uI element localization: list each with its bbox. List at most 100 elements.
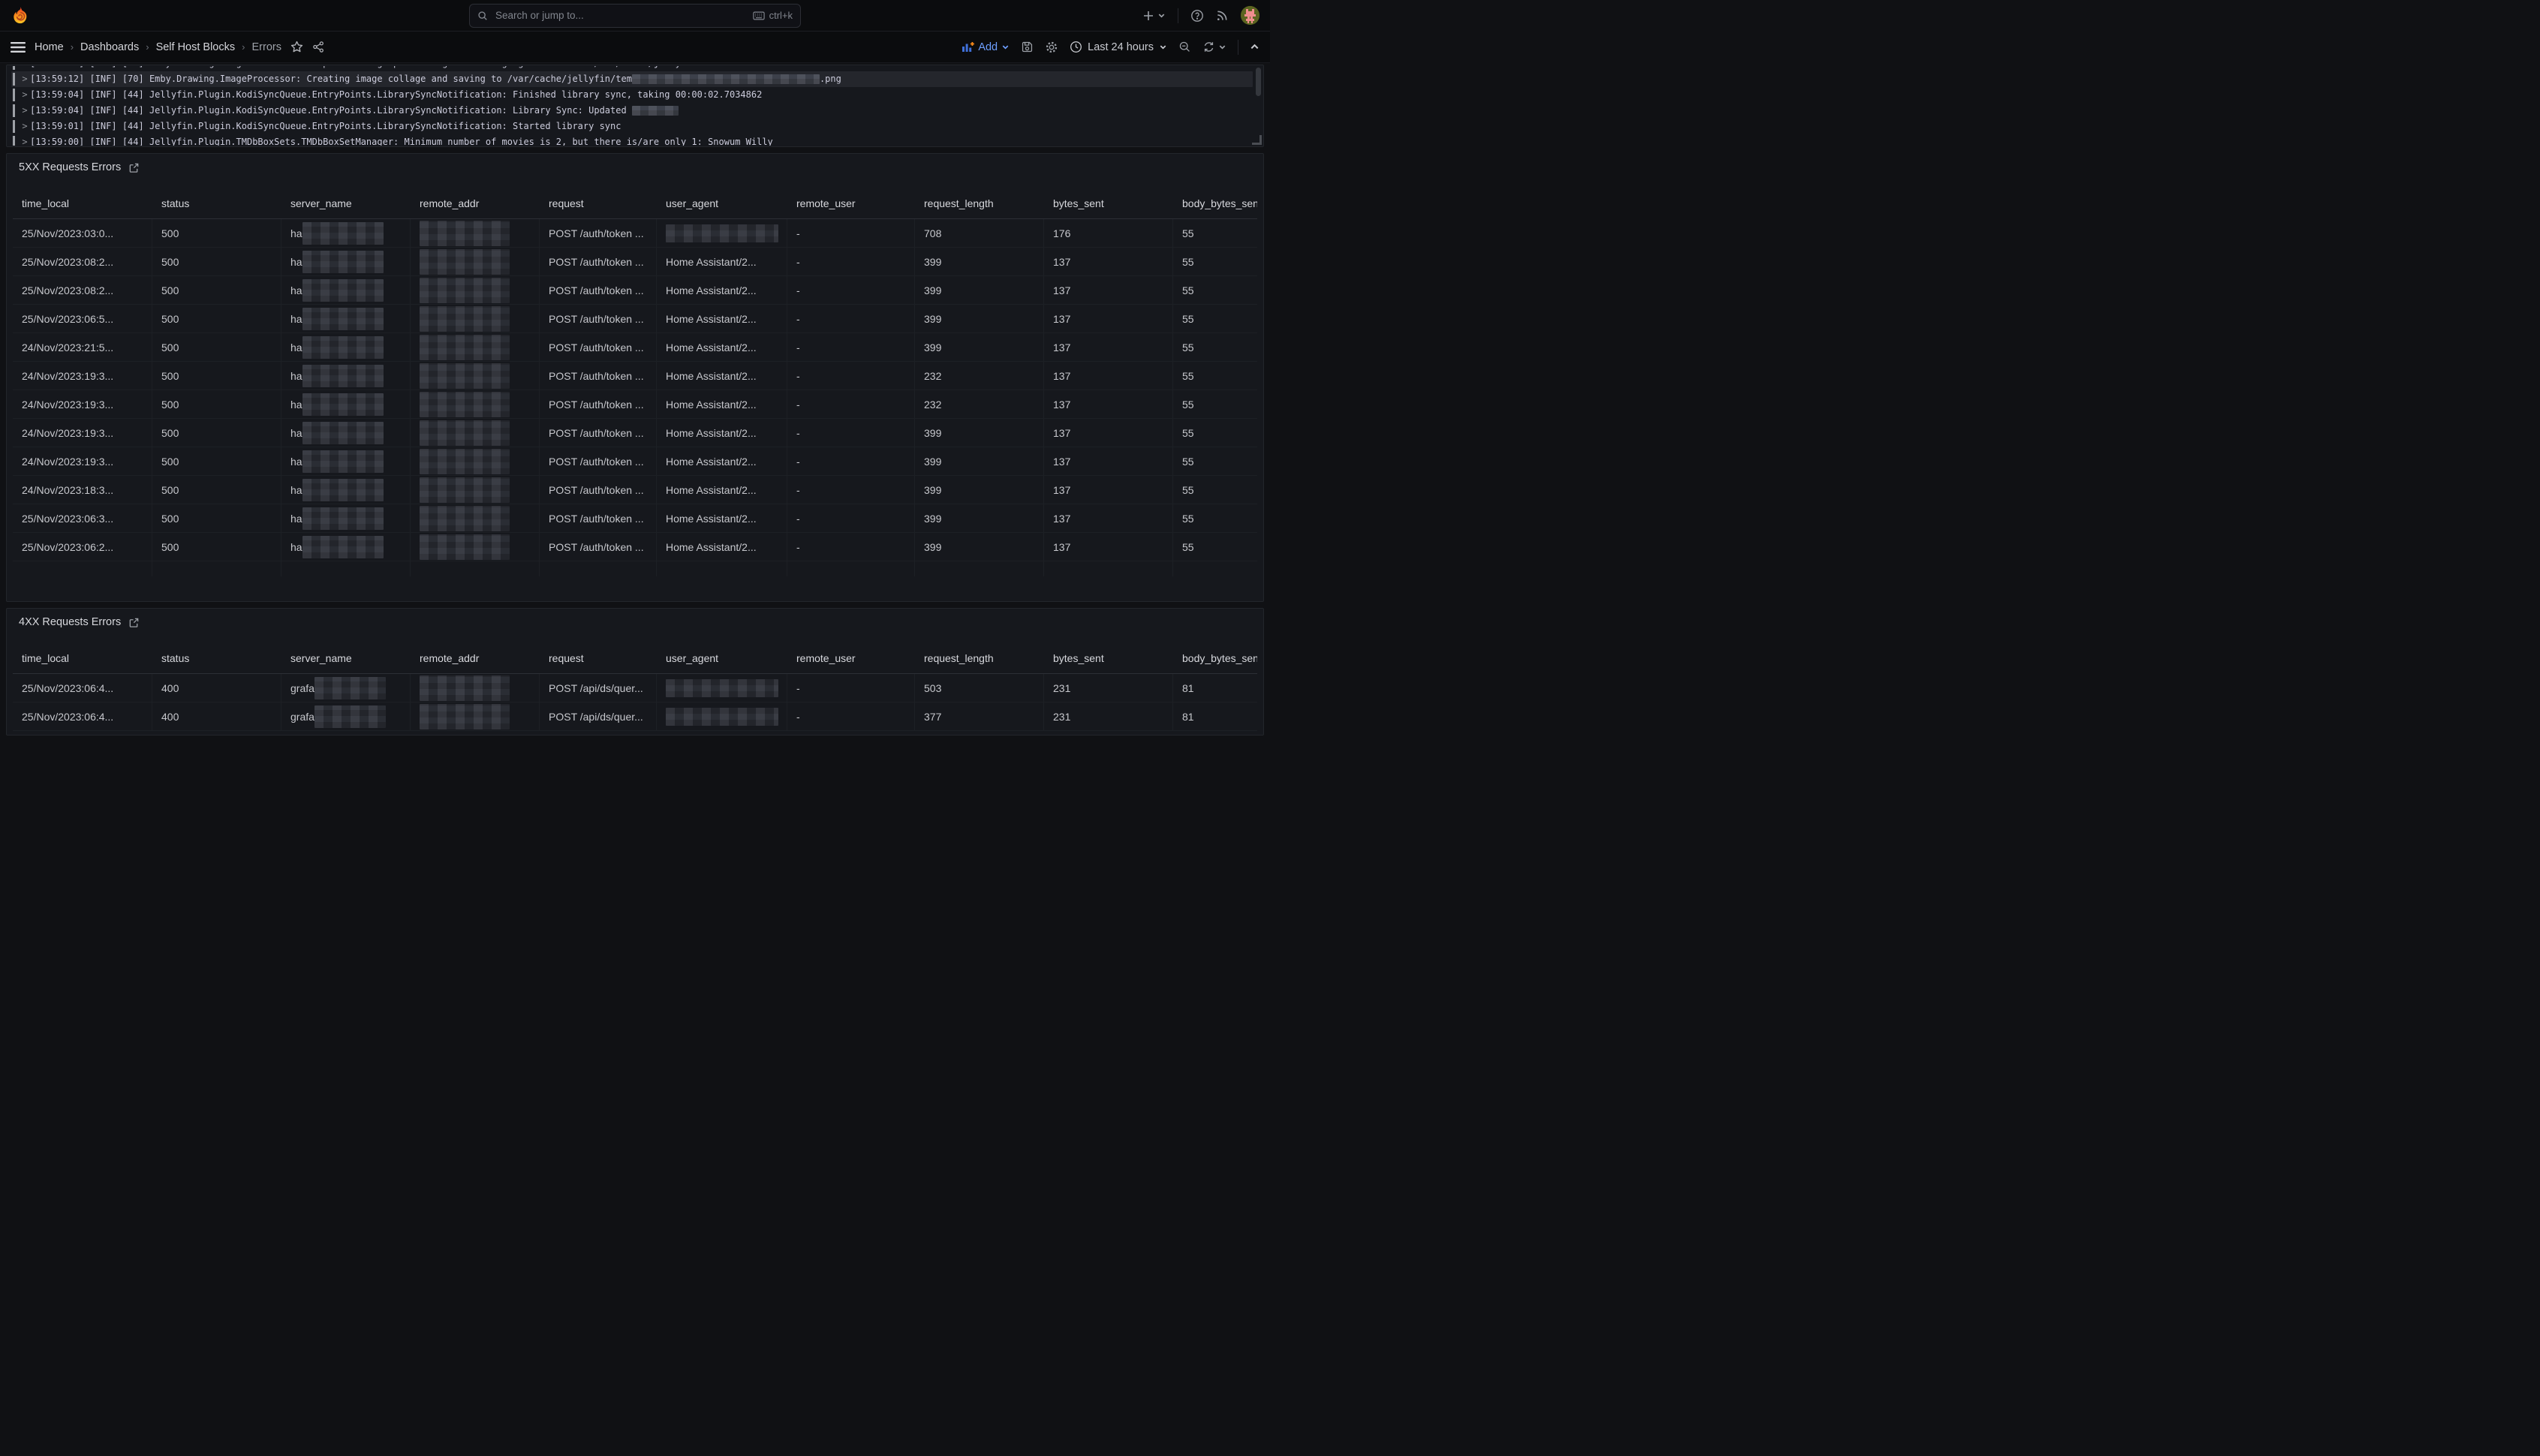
- log-expand-icon[interactable]: >: [20, 87, 30, 103]
- log-row[interactable]: >[13:59:04] [INF] [44] Jellyfin.Plugin.K…: [11, 103, 1253, 119]
- dashboard-settings-button[interactable]: [1045, 41, 1058, 54]
- table-cell: [13, 561, 152, 576]
- external-link-icon[interactable]: [128, 162, 140, 173]
- breadcrumb-separator: ›: [71, 41, 74, 53]
- column-header-time_local[interactable]: time_local: [13, 643, 152, 673]
- panel-title[interactable]: 5XX Requests Errors: [19, 161, 121, 173]
- column-header-bytes_sent[interactable]: bytes_sent: [1044, 643, 1173, 673]
- column-header-server_name[interactable]: server_name: [281, 643, 411, 673]
- log-expand-icon[interactable]: >: [20, 119, 30, 134]
- column-header-remote_addr[interactable]: remote_addr: [411, 643, 540, 673]
- column-header-body_bytes_sent[interactable]: body_bytes_sent: [1173, 188, 1257, 218]
- column-header-server_name[interactable]: server_name: [281, 188, 411, 218]
- table-cell: -: [787, 702, 915, 730]
- log-expand-icon[interactable]: >: [20, 71, 30, 87]
- table-cell: 25/Nov/2023:06:3...: [13, 504, 152, 532]
- share-button[interactable]: [312, 41, 325, 53]
- log-expand-icon[interactable]: >: [20, 103, 30, 119]
- shortcut-hint: ctrl+k: [753, 10, 793, 21]
- table-cell: 81: [1173, 702, 1257, 730]
- chevron-down-icon: [1157, 11, 1166, 20]
- table-cell: -: [787, 305, 915, 332]
- column-header-status[interactable]: status: [152, 643, 281, 673]
- log-row[interactable]: >[13:59:01] [INF] [44] Jellyfin.Plugin.K…: [11, 119, 1253, 134]
- add-button[interactable]: Add: [962, 41, 1010, 53]
- column-header-request[interactable]: request: [540, 188, 657, 218]
- column-header-remote_user[interactable]: remote_user: [787, 643, 915, 673]
- panel-resize-handle[interactable]: [1252, 135, 1262, 145]
- table-cell: [411, 362, 540, 390]
- scrollbar-thumb[interactable]: [1256, 68, 1261, 96]
- collapse-toolbar-button[interactable]: [1250, 42, 1259, 52]
- table-cell: 500: [152, 419, 281, 447]
- grafana-logo[interactable]: [11, 6, 30, 26]
- table-row-partial: [13, 561, 1257, 576]
- zoom-out-button[interactable]: [1178, 41, 1191, 53]
- table-cell: 500: [152, 276, 281, 304]
- table-cell: [411, 504, 540, 532]
- breadcrumb-home[interactable]: Home: [35, 41, 64, 53]
- table-cell: [1173, 561, 1257, 576]
- news-button[interactable]: [1216, 9, 1229, 22]
- chevron-up-icon: [1250, 42, 1259, 52]
- log-row[interactable]: >[13:59:12] [INF] [70] Emby.Drawing.Imag…: [11, 71, 1253, 87]
- column-header-user_agent[interactable]: user_agent: [657, 643, 787, 673]
- log-level-indicator: [13, 104, 15, 117]
- column-header-status[interactable]: status: [152, 188, 281, 218]
- column-header-request[interactable]: request: [540, 643, 657, 673]
- logs-scroll-area[interactable]: >[13:59:13] [INF] [70] Emby.Drawing.Imag…: [11, 66, 1253, 146]
- top-navigation-bar: ctrl+k: [0, 0, 1270, 32]
- table-cell: 137: [1044, 447, 1173, 475]
- table-cell: -: [787, 362, 915, 390]
- table-cell: 24/Nov/2023:19:3...: [13, 362, 152, 390]
- log-expand-icon[interactable]: >: [20, 66, 30, 71]
- help-button[interactable]: [1190, 9, 1204, 23]
- table-row: 24/Nov/2023:21:5...500haPOST /auth/token…: [13, 333, 1257, 362]
- new-menu-button[interactable]: [1142, 10, 1166, 22]
- table-cell: 24/Nov/2023:19:3...: [13, 419, 152, 447]
- table-cell: [411, 276, 540, 304]
- log-row[interactable]: >[13:59:00] [INF] [44] Jellyfin.Plugin.T…: [11, 134, 1253, 146]
- table-cell: POST /auth/token ...: [540, 390, 657, 418]
- table-cell: POST /auth/token ...: [540, 219, 657, 247]
- redacted-value: [302, 536, 384, 558]
- column-header-remote_user[interactable]: remote_user: [787, 188, 915, 218]
- table-cell: 503: [915, 674, 1044, 702]
- favorite-button[interactable]: [290, 41, 303, 53]
- log-row[interactable]: >[13:59:04] [INF] [44] Jellyfin.Plugin.K…: [11, 87, 1253, 103]
- column-header-request_length[interactable]: request_length: [915, 188, 1044, 218]
- column-header-remote_addr[interactable]: remote_addr: [411, 188, 540, 218]
- redacted-value: [302, 393, 384, 416]
- table-cell: [411, 248, 540, 275]
- redacted-value: [420, 449, 510, 474]
- table-cell: 399: [915, 333, 1044, 361]
- table-cell: -: [787, 276, 915, 304]
- redacted-value: [420, 278, 510, 303]
- menu-button[interactable]: [11, 41, 26, 53]
- column-header-user_agent[interactable]: user_agent: [657, 188, 787, 218]
- table-cell: 137: [1044, 248, 1173, 275]
- log-row[interactable]: >[13:59:13] [INF] [70] Emby.Drawing.Imag…: [11, 66, 1253, 71]
- table-cell: 500: [152, 219, 281, 247]
- search-bar[interactable]: ctrl+k: [469, 4, 801, 28]
- refresh-button[interactable]: [1202, 41, 1226, 53]
- user-avatar[interactable]: [1241, 6, 1259, 25]
- save-dashboard-button[interactable]: [1021, 41, 1034, 53]
- table-cell: 137: [1044, 419, 1173, 447]
- breadcrumb-dashboards[interactable]: Dashboards: [80, 41, 139, 53]
- time-range-picker[interactable]: Last 24 hours: [1070, 41, 1167, 53]
- column-header-time_local[interactable]: time_local: [13, 188, 152, 218]
- breadcrumb-folder[interactable]: Self Host Blocks: [156, 41, 236, 53]
- column-header-request_length[interactable]: request_length: [915, 643, 1044, 673]
- table-cell: 137: [1044, 533, 1173, 561]
- table-cell: [411, 447, 540, 475]
- log-expand-icon[interactable]: >: [20, 134, 30, 146]
- table-cell: 399: [915, 305, 1044, 332]
- panel-title[interactable]: 4XX Requests Errors: [19, 616, 121, 628]
- column-header-bytes_sent[interactable]: bytes_sent: [1044, 188, 1173, 218]
- column-header-body_bytes_sent[interactable]: body_bytes_sent: [1173, 643, 1257, 673]
- external-link-icon[interactable]: [128, 617, 140, 628]
- table-cell: ha: [281, 447, 411, 475]
- search-input[interactable]: [494, 9, 747, 22]
- table-5xx: time_localstatusserver_nameremote_addrre…: [13, 188, 1257, 576]
